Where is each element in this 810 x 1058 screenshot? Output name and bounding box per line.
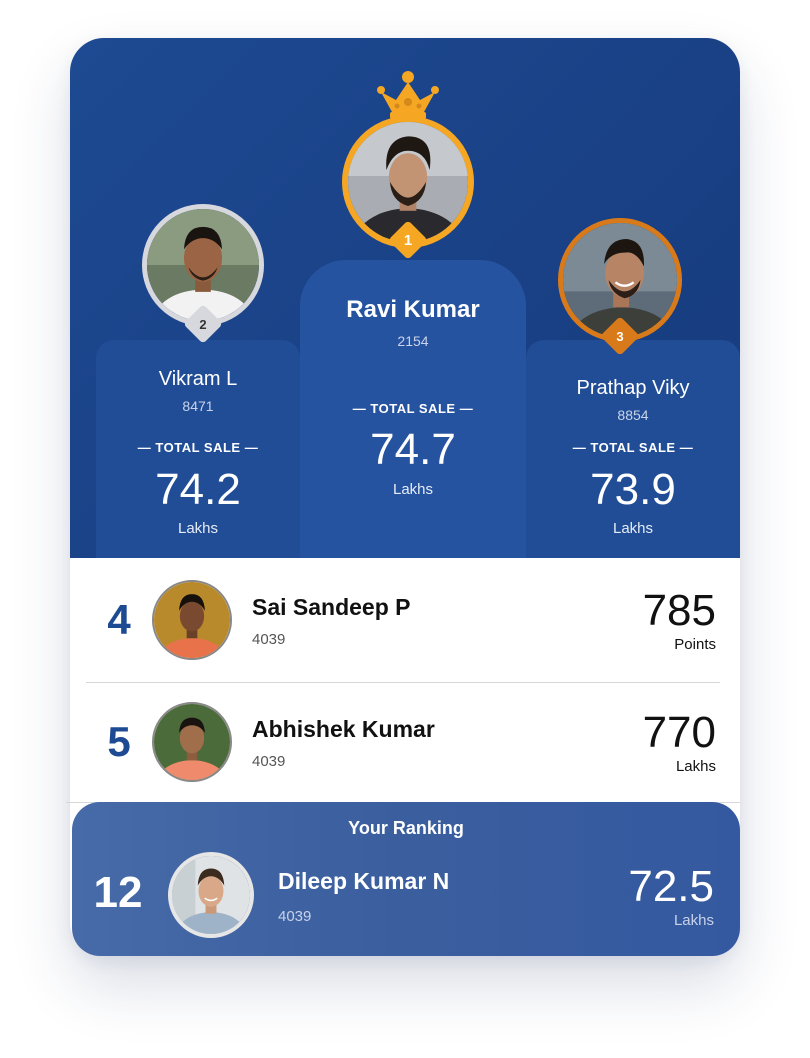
your-ranking-value: 72.5 bbox=[628, 862, 714, 911]
first-place-total-sale-value: 74.7 bbox=[370, 425, 456, 474]
leaderboard-card: 2 1 3 Ravi Kumar 2154 — TOTAL SALE — 74.… bbox=[66, 38, 740, 956]
first-place-id: 2154 bbox=[397, 333, 429, 349]
list-item-rank: 5 bbox=[107, 718, 131, 765]
rank-badge-second: 2 bbox=[183, 304, 223, 344]
your-ranking-name: Dileep Kumar N bbox=[278, 868, 450, 894]
crown-icon bbox=[377, 71, 439, 119]
list-item-name: Abhishek Kumar bbox=[252, 716, 435, 742]
list-item-avatar bbox=[152, 702, 232, 782]
list-item[interactable]: 5 Abhishek Kumar 4039 770 Lakhs bbox=[86, 680, 720, 802]
your-ranking-title: Your Ranking bbox=[348, 818, 464, 838]
list-item-id: 4039 bbox=[252, 631, 286, 648]
third-place-total-sale-label: — TOTAL SALE — bbox=[572, 440, 694, 455]
list-item-avatar bbox=[152, 580, 232, 660]
your-ranking-rank: 12 bbox=[93, 868, 143, 917]
your-ranking-unit: Lakhs bbox=[673, 912, 714, 929]
your-ranking-avatar bbox=[168, 852, 254, 938]
first-place-total-sale-label: — TOTAL SALE — bbox=[352, 401, 474, 416]
list-item-value: 785 bbox=[642, 586, 716, 635]
second-place-total-sale-label: — TOTAL SALE — bbox=[137, 440, 259, 455]
list-item-name: Sai Sandeep P bbox=[252, 594, 411, 620]
second-place-id: 8471 bbox=[182, 398, 214, 414]
your-ranking-card[interactable]: Your Ranking 12 Dileep Kumar N 4039 72.5… bbox=[72, 802, 740, 956]
third-place-unit: Lakhs bbox=[612, 520, 654, 537]
your-ranking-id: 4039 bbox=[278, 908, 312, 925]
podium-section: 2 1 3 Ravi Kumar 2154 — TOTAL SALE — 74.… bbox=[70, 38, 740, 558]
second-place-name: Vikram L bbox=[158, 368, 238, 390]
second-place-total-sale-value: 74.2 bbox=[155, 465, 241, 514]
list-item-unit: Points bbox=[674, 636, 716, 653]
list-item-rank: 4 bbox=[107, 596, 131, 643]
rank-badge-first: 1 bbox=[388, 220, 428, 260]
third-place-id: 8854 bbox=[617, 407, 649, 423]
third-place-total-sale-value: 73.9 bbox=[590, 465, 676, 514]
second-place-unit: Lakhs bbox=[177, 520, 219, 537]
first-place-name: Ravi Kumar bbox=[346, 296, 480, 323]
third-place-name: Prathap Viky bbox=[576, 377, 690, 399]
rank-badge-third: 3 bbox=[600, 316, 640, 356]
list-item[interactable]: 4 Sai Sandeep P 4039 785 Points bbox=[86, 558, 720, 680]
list-item-value: 770 bbox=[642, 708, 716, 757]
first-place-unit: Lakhs bbox=[392, 481, 434, 498]
list-item-unit: Lakhs bbox=[675, 758, 716, 775]
list-item-id: 4039 bbox=[252, 753, 286, 770]
